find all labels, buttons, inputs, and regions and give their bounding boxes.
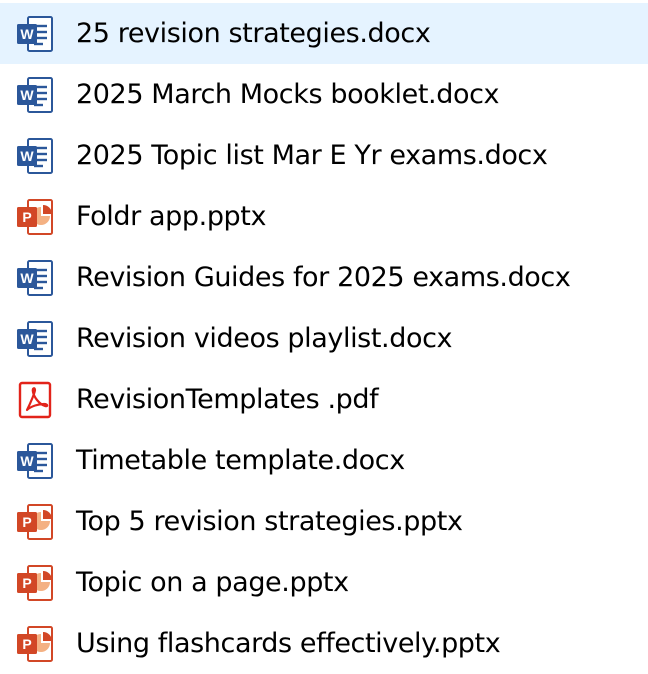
svg-text:W: W — [20, 26, 34, 42]
file-name: 2025 Topic list Mar E Yr exams.docx — [76, 140, 548, 171]
file-row-revision-guides[interactable]: W Revision Guides for 2025 exams.docx — [0, 247, 648, 308]
file-name: 2025 March Mocks booklet.docx — [76, 79, 500, 110]
svg-text:W: W — [20, 270, 34, 286]
word-doc-icon: W — [15, 258, 55, 298]
svg-text:P: P — [22, 636, 31, 652]
file-row-using-flashcards-effectively[interactable]: P Using flashcards effectively.pptx — [0, 613, 648, 674]
pdf-icon — [15, 380, 55, 420]
file-name: Timetable template.docx — [76, 445, 405, 476]
svg-text:P: P — [22, 514, 31, 530]
file-row-foldr-app[interactable]: P Foldr app.pptx — [0, 186, 648, 247]
powerpoint-icon: P — [15, 624, 55, 664]
file-row-2025-march-mocks-booklet[interactable]: W 2025 March Mocks booklet.docx — [0, 64, 648, 125]
powerpoint-icon: P — [15, 563, 55, 603]
file-name: Topic on a page.pptx — [76, 567, 349, 598]
svg-text:P: P — [22, 575, 31, 591]
svg-text:W: W — [20, 148, 34, 164]
word-doc-icon: W — [15, 441, 55, 481]
svg-text:P: P — [22, 209, 31, 225]
file-name: RevisionTemplates .pdf — [76, 384, 379, 415]
file-name: Using flashcards effectively.pptx — [76, 628, 501, 659]
file-row-25-revision-strategies[interactable]: W 25 revision strategies.docx — [0, 3, 648, 64]
file-name: Revision videos playlist.docx — [76, 323, 453, 354]
file-name: Revision Guides for 2025 exams.docx — [76, 262, 571, 293]
word-doc-icon: W — [15, 136, 55, 176]
word-doc-icon: W — [15, 75, 55, 115]
svg-text:W: W — [20, 453, 34, 469]
file-row-revision-videos-playlist[interactable]: W Revision videos playlist.docx — [0, 308, 648, 369]
file-row-topic-on-a-page[interactable]: P Topic on a page.pptx — [0, 552, 648, 613]
powerpoint-icon: P — [15, 502, 55, 542]
word-doc-icon: W — [15, 14, 55, 54]
file-row-revision-templates[interactable]: RevisionTemplates .pdf — [0, 369, 648, 430]
file-name: 25 revision strategies.docx — [76, 18, 431, 49]
file-row-top-5-revision-strategies[interactable]: P Top 5 revision strategies.pptx — [0, 491, 648, 552]
file-row-timetable-template[interactable]: W Timetable template.docx — [0, 430, 648, 491]
svg-text:W: W — [20, 87, 34, 103]
file-name: Foldr app.pptx — [76, 201, 267, 232]
file-list: W 25 revision strategies.docx W 2025 Mar… — [0, 0, 648, 672]
file-row-2025-topic-list[interactable]: W 2025 Topic list Mar E Yr exams.docx — [0, 125, 648, 186]
powerpoint-icon: P — [15, 197, 55, 237]
svg-text:W: W — [20, 331, 34, 347]
file-name: Top 5 revision strategies.pptx — [76, 506, 463, 537]
word-doc-icon: W — [15, 319, 55, 359]
